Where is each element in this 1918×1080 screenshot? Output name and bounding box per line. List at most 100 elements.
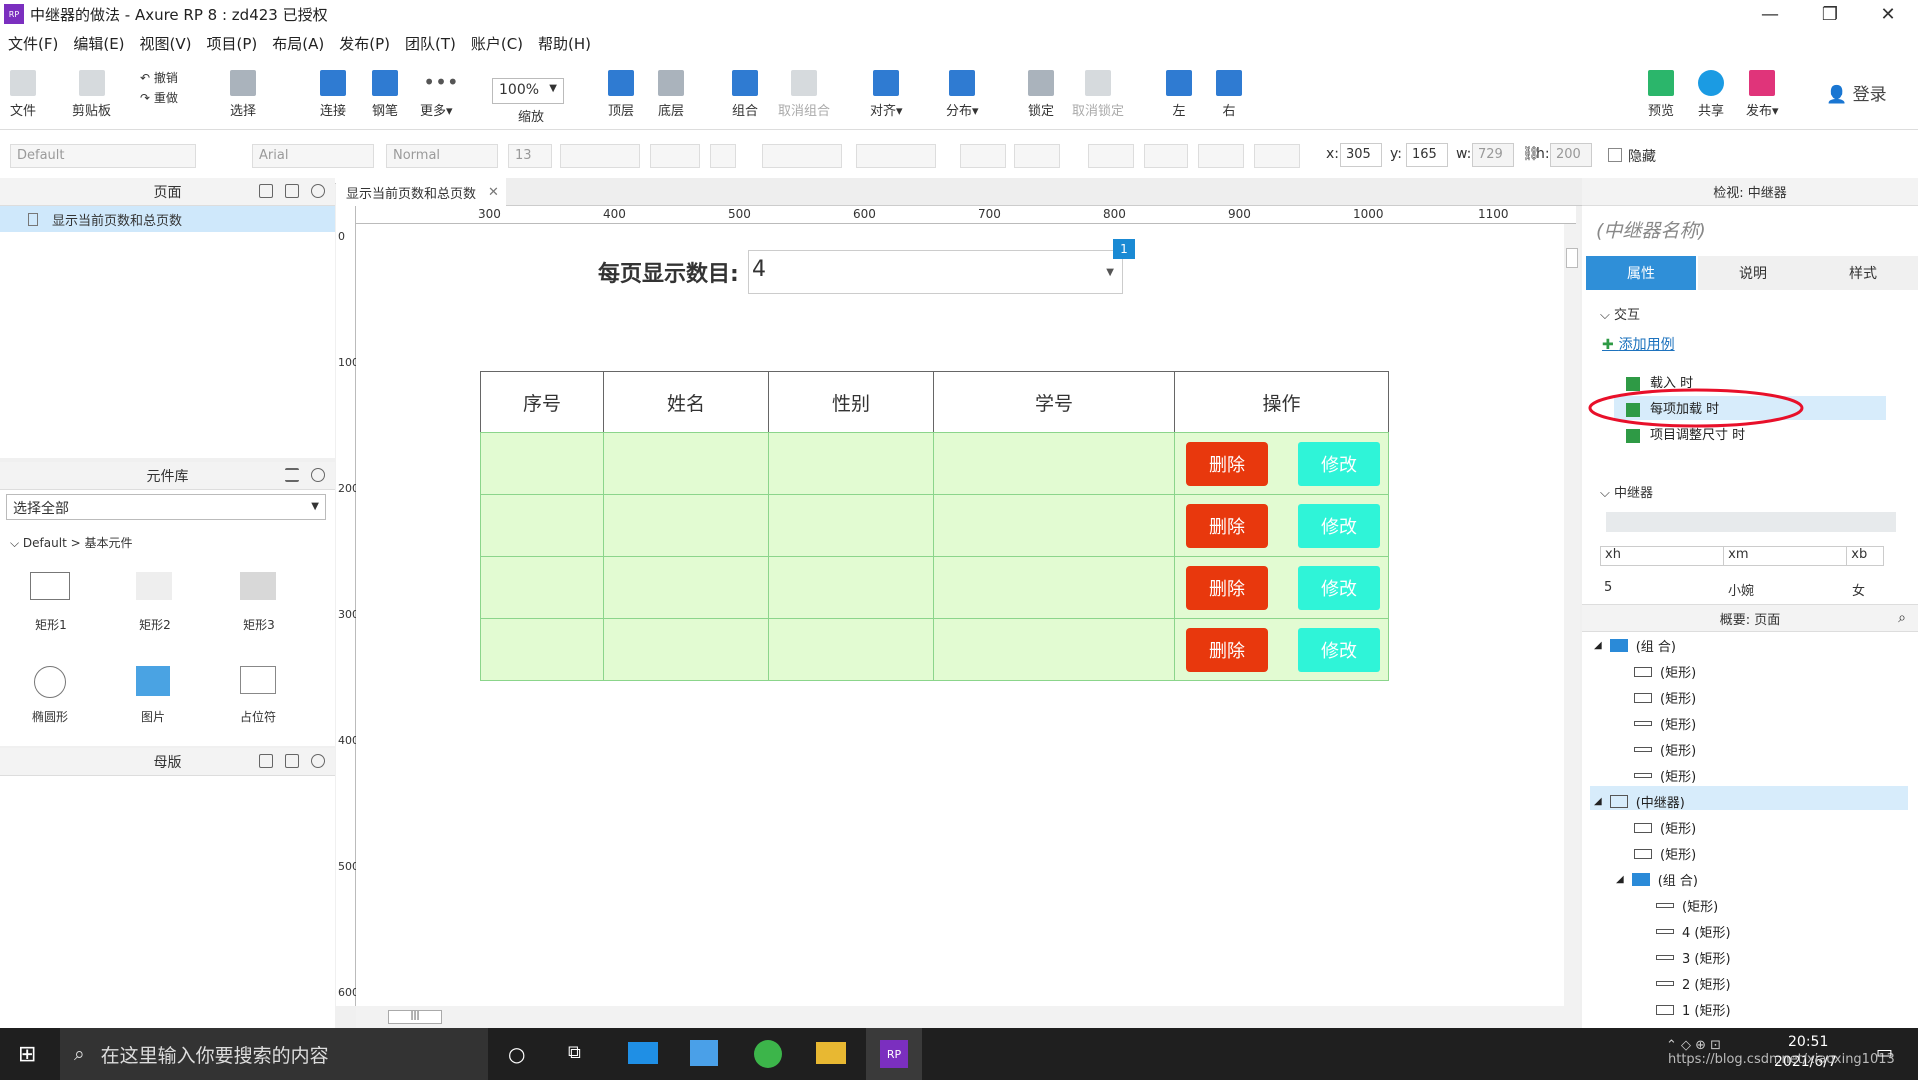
outline-item[interactable]: (矩形)	[1656, 896, 1718, 915]
right-button[interactable]: 右	[1216, 70, 1242, 119]
outline-item[interactable]: (矩形)	[1634, 714, 1696, 733]
preview-button[interactable]: 预览	[1648, 70, 1674, 119]
outline-item[interactable]: 4 (矩形)	[1656, 922, 1731, 941]
menu-view[interactable]: 视图(V)	[140, 33, 192, 54]
line-width-button[interactable]	[1144, 144, 1188, 168]
bring-to-front-button[interactable]: 顶层	[608, 70, 634, 119]
tab-page[interactable]: 显示当前页数和总页数 ✕	[336, 178, 506, 206]
outline-item[interactable]: (矩形)	[1634, 766, 1696, 785]
menu-file[interactable]: 文件(F)	[8, 33, 58, 54]
outline-item[interactable]: 1 (矩形)	[1656, 1000, 1731, 1019]
horizontal-scrollbar[interactable]: |||	[356, 1006, 1580, 1028]
menu-icon[interactable]	[285, 468, 299, 482]
outline-item-repeater[interactable]: ◢ (中继器)	[1594, 792, 1685, 811]
bullet-button[interactable]	[710, 144, 736, 168]
mail-icon[interactable]	[628, 1042, 658, 1064]
outline-item[interactable]: (矩形)	[1634, 844, 1696, 863]
tab-style[interactable]: 样式	[1808, 256, 1918, 290]
repeater-name-input[interactable]: (中继器名称)	[1596, 216, 1706, 243]
outline-item[interactable]: ◢ (组 合)	[1594, 636, 1676, 655]
rectangle2-icon[interactable]	[136, 572, 172, 600]
arrow-style-button[interactable]	[1254, 144, 1300, 168]
design-canvas[interactable]: 每页显示数目: 4 ▼ 1 序号 姓名 性别 学号 操作 删除 修改 删除 修改 …	[356, 224, 1564, 1006]
rectangle3-icon[interactable]	[240, 572, 276, 600]
library-group[interactable]: ⌵ Default > 基本元件	[10, 534, 132, 551]
fill-color-button[interactable]	[960, 144, 1006, 168]
font-select[interactable]: Arial	[252, 144, 374, 168]
add-page-icon[interactable]	[259, 184, 273, 198]
file-button[interactable]: 文件	[10, 70, 36, 119]
filter-search-icon[interactable]: ⌕	[1898, 610, 1906, 626]
tray-icons[interactable]: ⌃ ◇ ⊕ ⊡	[1666, 1038, 1721, 1053]
more-button[interactable]: ••• 更多▾	[420, 70, 459, 119]
x-input[interactable]: 305	[1340, 143, 1382, 167]
align-button[interactable]: 对齐▾	[870, 70, 903, 119]
select-tool[interactable]: 选择	[230, 70, 256, 119]
style-select[interactable]: Default	[10, 144, 196, 168]
add-master-icon[interactable]	[259, 754, 273, 768]
task-view-icon[interactable]: ⧉	[568, 1042, 581, 1063]
menu-publish[interactable]: 发布(P)	[339, 33, 390, 54]
search-icon[interactable]	[311, 184, 325, 198]
outline-item[interactable]: 3 (矩形)	[1656, 948, 1731, 967]
library-select[interactable]: 选择全部 ▼	[6, 494, 326, 520]
delete-button[interactable]: 删除	[1186, 628, 1268, 672]
dataset-row[interactable]: 5 小婉 女	[1600, 580, 1884, 600]
ungroup-button[interactable]: 取消组合	[778, 70, 830, 119]
vertical-align-buttons[interactable]	[856, 144, 936, 168]
distribute-button[interactable]: 分布▾	[946, 70, 979, 119]
placeholder-icon[interactable]	[240, 666, 276, 694]
share-button[interactable]: 共享	[1698, 70, 1724, 119]
y-input[interactable]: 165	[1406, 143, 1448, 167]
menu-arrange[interactable]: 布局(A)	[272, 33, 324, 54]
browser-icon[interactable]	[754, 1040, 782, 1068]
login-button[interactable]: 👤 登录	[1826, 80, 1887, 105]
hidden-checkbox[interactable]	[1608, 148, 1622, 162]
page-item[interactable]: 显示当前页数和总页数	[0, 206, 335, 232]
add-case-link[interactable]: ✚ 添加用例	[1602, 334, 1675, 354]
font-color-button[interactable]	[650, 144, 700, 168]
connect-tool[interactable]: 连接	[320, 70, 346, 119]
lock-button[interactable]: 锁定	[1028, 70, 1054, 119]
delete-button[interactable]: 删除	[1186, 504, 1268, 548]
shadow-button[interactable]	[1014, 144, 1060, 168]
menu-account[interactable]: 账户(C)	[471, 33, 523, 54]
outline-item[interactable]: ◢ (组 合)	[1616, 870, 1698, 889]
interaction-section[interactable]: ⌵ 交互	[1600, 304, 1640, 323]
taskbar-search[interactable]: ⌕ 在这里输入你要搜索的内容	[60, 1028, 488, 1080]
scroll-thumb[interactable]	[1566, 248, 1578, 268]
edit-button[interactable]: 修改	[1298, 442, 1380, 486]
notification-icon[interactable]: ▭	[1876, 1042, 1893, 1063]
unlock-button[interactable]: 取消锁定	[1072, 70, 1124, 119]
left-button[interactable]: 左	[1166, 70, 1192, 119]
menu-help[interactable]: 帮助(H)	[538, 33, 591, 54]
add-folder-icon[interactable]	[285, 184, 299, 198]
rectangle1-icon[interactable]	[30, 572, 70, 600]
redo-button[interactable]: ↷ 重做	[140, 88, 178, 108]
size-select[interactable]: 13	[508, 144, 552, 168]
menu-edit[interactable]: 编辑(E)	[73, 33, 124, 54]
delete-button[interactable]: 删除	[1186, 442, 1268, 486]
file-explorer-icon[interactable]	[816, 1042, 846, 1064]
edit-button[interactable]: 修改	[1298, 504, 1380, 548]
search-icon[interactable]	[311, 468, 325, 482]
bold-italic-underline[interactable]	[560, 144, 640, 168]
axure-taskbar-item[interactable]: RP	[866, 1028, 922, 1080]
group-button[interactable]: 组合	[732, 70, 758, 119]
add-folder-icon[interactable]	[285, 754, 299, 768]
windows-start-icon[interactable]: ⊞	[18, 1042, 36, 1067]
outline-item[interactable]: (矩形)	[1634, 818, 1696, 837]
zoom-select[interactable]: 100% ▼	[492, 78, 564, 104]
image-icon[interactable]	[136, 666, 170, 696]
search-icon[interactable]	[311, 754, 325, 768]
outline-item[interactable]: (矩形)	[1634, 740, 1696, 759]
store-icon[interactable]	[690, 1040, 718, 1066]
menu-project[interactable]: 项目(P)	[207, 33, 258, 54]
outline-item[interactable]: (矩形)	[1634, 662, 1696, 681]
outline-item[interactable]: (矩形)	[1634, 688, 1696, 707]
clipboard-button[interactable]: 剪贴板	[72, 70, 111, 119]
interaction-badge[interactable]: 1	[1113, 239, 1135, 259]
line-style-button[interactable]	[1198, 144, 1244, 168]
repeater-section[interactable]: ⌵ 中继器	[1600, 482, 1653, 501]
pen-tool[interactable]: 钢笔	[372, 70, 398, 119]
